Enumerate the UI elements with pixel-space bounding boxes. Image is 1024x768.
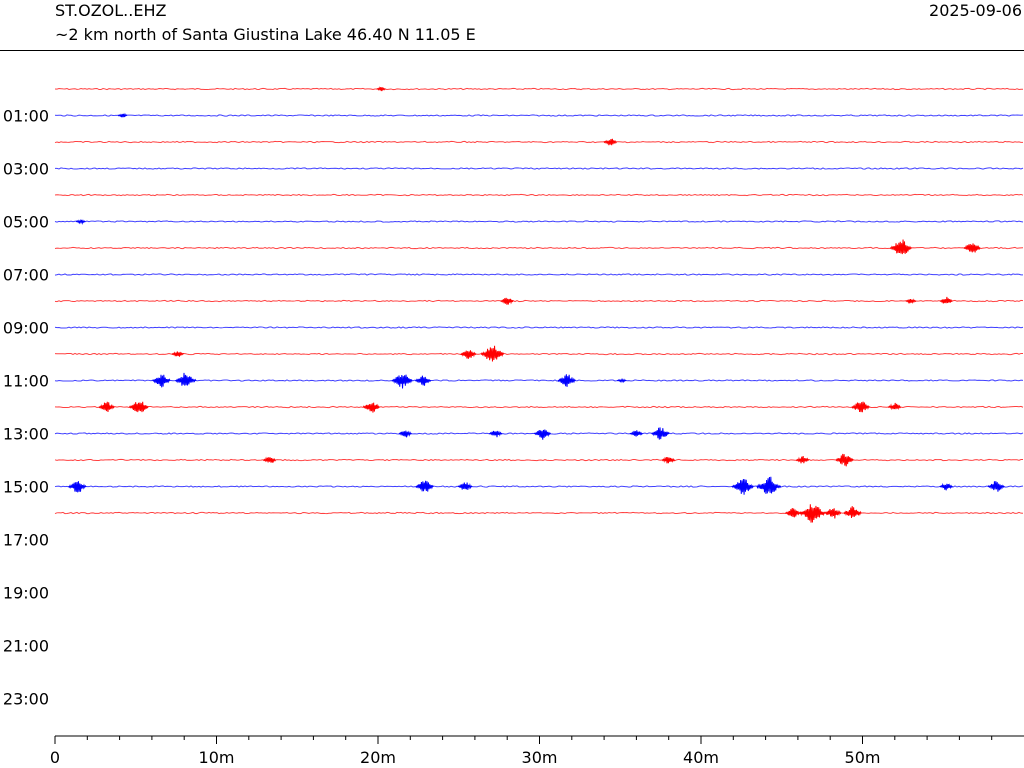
trace-hour-7 xyxy=(54,273,1024,276)
seismic-event-16-3 xyxy=(843,506,862,518)
seismic-event-13-0 xyxy=(398,430,412,438)
seismic-event-11-4 xyxy=(557,374,576,387)
trace-hour-2 xyxy=(54,138,1024,146)
trace-baseline xyxy=(54,246,1024,250)
trace-hour-11 xyxy=(54,372,1024,389)
seismic-event-15-0 xyxy=(68,481,87,493)
seismic-event-15-2 xyxy=(457,482,473,490)
seismic-event-13-3 xyxy=(629,430,643,437)
trace-hour-12 xyxy=(54,401,1024,413)
trace-baseline xyxy=(54,485,1024,488)
trace-baseline xyxy=(54,193,1024,197)
seismic-event-10-0 xyxy=(171,351,184,357)
seismic-event-13-2 xyxy=(533,429,551,440)
seismic-event-16-1 xyxy=(799,504,826,523)
seismic-event-11-0 xyxy=(152,374,171,388)
x-tick-label: 20m xyxy=(360,748,396,767)
trace-hour-5 xyxy=(54,219,1024,225)
trace-hour-8 xyxy=(54,296,1024,305)
trace-baseline xyxy=(54,273,1024,276)
seismic-event-13-1 xyxy=(488,430,503,438)
seismic-event-16-2 xyxy=(824,508,842,519)
trace-hour-15 xyxy=(54,476,1024,495)
x-tick-label: 30m xyxy=(522,748,558,767)
seismic-event-11-2 xyxy=(391,374,413,389)
trace-baseline xyxy=(54,220,1024,223)
trace-baseline xyxy=(54,352,1024,356)
seismic-event-1-0 xyxy=(117,112,128,118)
seismic-event-6-1 xyxy=(963,243,981,253)
seismic-event-11-3 xyxy=(415,375,432,386)
seismic-event-14-0 xyxy=(262,456,277,464)
trace-hour-10 xyxy=(54,345,1024,362)
trace-hour-9 xyxy=(54,326,1024,329)
seismic-event-15-6 xyxy=(987,481,1005,492)
seismic-event-11-1 xyxy=(175,372,197,386)
seismic-event-12-2 xyxy=(362,402,380,413)
seismic-event-14-3 xyxy=(835,453,854,467)
seismic-event-14-1 xyxy=(661,456,676,464)
y-tick-label: 15:00 xyxy=(3,478,49,497)
seismic-event-8-1 xyxy=(905,298,917,305)
y-tick-label: 17:00 xyxy=(3,531,49,550)
trace-baseline xyxy=(54,87,1024,91)
trace-hour-14 xyxy=(54,453,1024,467)
seismic-event-15-1 xyxy=(415,480,434,492)
trace-hour-16 xyxy=(54,504,1024,523)
seismic-event-10-1 xyxy=(460,350,477,359)
y-tick-label: 07:00 xyxy=(3,266,49,285)
trace-hour-1 xyxy=(54,112,1024,118)
trace-baseline xyxy=(54,140,1024,144)
seismic-event-13-4 xyxy=(651,427,670,440)
trace-hour-0 xyxy=(54,86,1024,92)
seismic-event-8-0 xyxy=(500,297,514,305)
x-tick-label: 0 xyxy=(50,748,60,767)
seismic-event-12-0 xyxy=(98,401,115,413)
trace-baseline xyxy=(54,299,1024,303)
y-tick-label: 09:00 xyxy=(3,319,49,338)
trace-hour-13 xyxy=(54,427,1024,440)
seismic-event-5-0 xyxy=(75,219,86,225)
trace-hour-3 xyxy=(54,167,1024,170)
seismic-event-8-2 xyxy=(939,296,953,304)
trace-baseline xyxy=(54,405,1024,409)
y-tick-label: 03:00 xyxy=(3,160,49,179)
seismic-event-16-0 xyxy=(784,507,802,518)
seismic-event-12-1 xyxy=(128,401,149,413)
seismic-event-14-2 xyxy=(795,456,810,464)
y-tick-label: 11:00 xyxy=(3,372,49,391)
trace-baseline xyxy=(54,167,1024,170)
x-tick-label: 40m xyxy=(683,748,719,767)
y-tick-label: 21:00 xyxy=(3,637,49,656)
seismic-event-15-4 xyxy=(756,476,782,494)
y-tick-label: 19:00 xyxy=(3,584,49,603)
x-tick-label: 50m xyxy=(845,748,881,767)
seismic-event-10-2 xyxy=(480,345,505,362)
trace-baseline xyxy=(54,511,1024,515)
y-tick-label: 05:00 xyxy=(3,213,49,232)
helicorder-plot: 01:00 03:00 05:00 07:00 09:00 11:00 13:00 15:00… xyxy=(3,86,1024,767)
seismic-event-2-0 xyxy=(603,138,617,146)
trace-hour-4 xyxy=(54,193,1024,197)
trace-baseline xyxy=(54,458,1024,462)
trace-baseline xyxy=(54,379,1024,382)
y-axis-labels: 01:00 03:00 05:00 07:00 09:00 11:00 13:00 15:00… xyxy=(3,107,49,709)
seismic-event-6-0 xyxy=(890,239,912,255)
seismic-event-12-3 xyxy=(851,401,870,413)
trace-group xyxy=(54,86,1024,523)
trace-hour-6 xyxy=(54,239,1024,255)
seismic-event-0-0 xyxy=(376,86,386,92)
trace-baseline xyxy=(54,114,1024,117)
seismic-event-15-5 xyxy=(939,482,953,491)
x-tick-label: 10m xyxy=(199,748,235,767)
seismic-event-15-3 xyxy=(731,478,754,495)
trace-baseline xyxy=(54,326,1024,329)
seismic-event-12-4 xyxy=(887,402,902,411)
y-tick-label: 23:00 xyxy=(3,690,49,709)
x-axis: 0 10m 20m 30m 40m 50m xyxy=(50,735,1024,767)
y-tick-label: 01:00 xyxy=(3,107,49,126)
y-tick-label: 13:00 xyxy=(3,425,49,444)
